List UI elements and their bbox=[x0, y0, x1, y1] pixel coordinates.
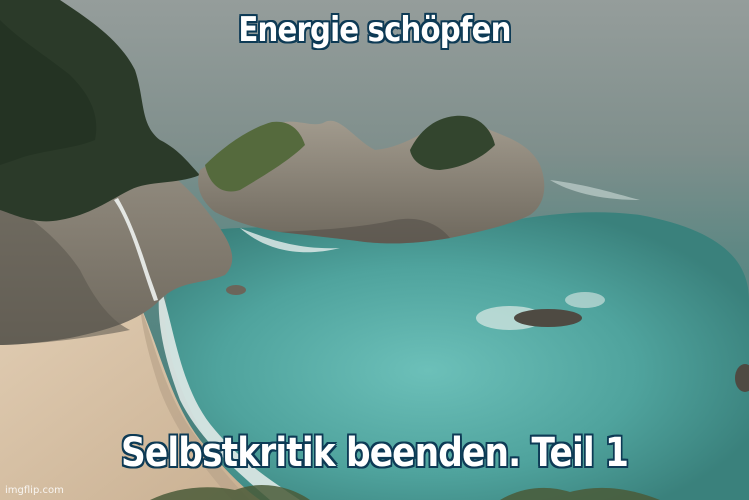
bottom-caption: Selbstkritik beenden. Teil 1 bbox=[120, 430, 629, 476]
sea-rock bbox=[514, 309, 582, 327]
imgflip-watermark: imgflip.com bbox=[5, 485, 64, 496]
top-caption: Energie schöpfen bbox=[238, 10, 511, 50]
coastal-cove-photo bbox=[0, 0, 749, 500]
meme-image: Energie schöpfen Selbstkritik beenden. T… bbox=[0, 0, 749, 500]
surf-foam bbox=[565, 292, 605, 308]
beach-rock bbox=[226, 285, 246, 295]
